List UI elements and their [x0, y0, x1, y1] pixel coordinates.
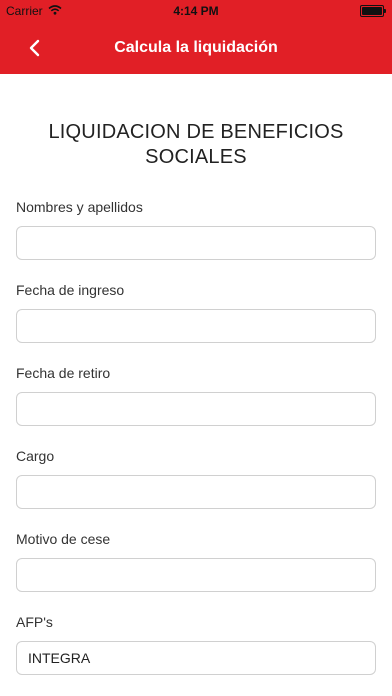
end-date-field[interactable] — [16, 392, 376, 426]
page-title: LIQUIDACION DE BENEFICIOS SOCIALES — [48, 121, 344, 168]
position-label: Cargo — [16, 448, 55, 464]
end-date-label: Fecha de retiro — [16, 365, 111, 381]
back-button[interactable] — [20, 30, 48, 66]
afp-field[interactable]: INTEGRA — [16, 641, 376, 675]
name-label: Nombres y apellidos — [16, 199, 143, 215]
liquidation-form: Nombres y apellidos Fecha de ingreso Fec… — [0, 199, 392, 675]
battery-icon — [360, 5, 386, 17]
start-date-field[interactable] — [16, 309, 376, 343]
chevron-left-icon — [29, 39, 40, 57]
start-date-label: Fecha de ingreso — [16, 282, 125, 298]
position-field[interactable] — [16, 475, 376, 509]
termination-reason-field[interactable] — [16, 558, 376, 592]
status-time: 4:14 PM — [173, 4, 219, 18]
nav-title: Calcula la liquidación — [114, 39, 278, 56]
status-bar: Carrier 4:14 PM — [0, 0, 392, 22]
navigation-bar: Calcula la liquidación — [0, 22, 392, 74]
name-field[interactable] — [16, 226, 376, 260]
afp-label: AFP's — [16, 614, 53, 630]
form-screen: LIQUIDACION DE BENEFICIOS SOCIALES Nombr… — [0, 74, 392, 696]
termination-reason-label: Motivo de cese — [16, 531, 111, 547]
